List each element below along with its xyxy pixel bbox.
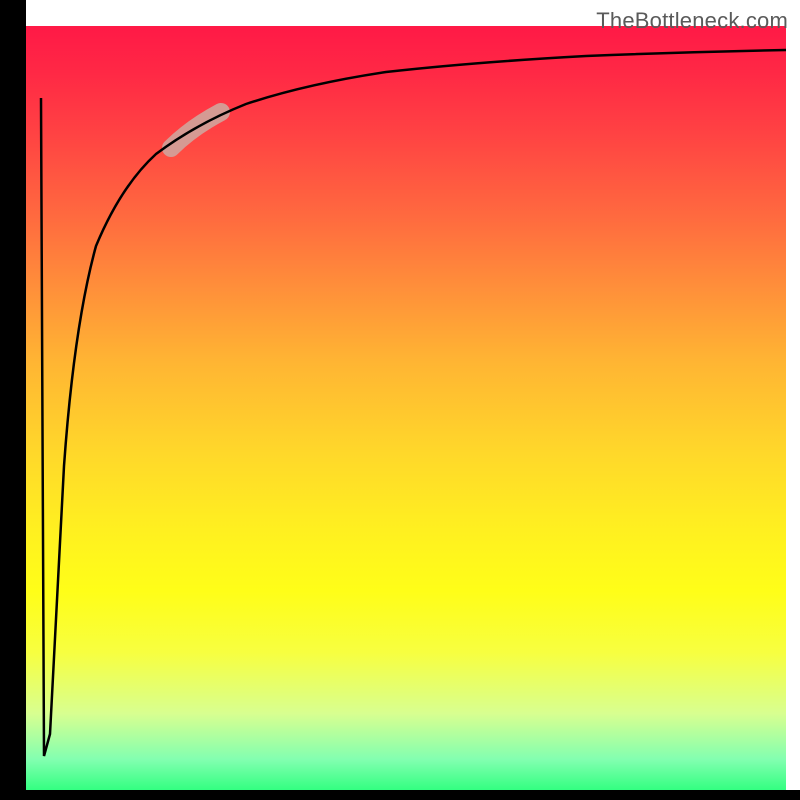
- watermark-text: TheBottleneck.com: [596, 8, 788, 34]
- x-axis-ticks: [26, 790, 786, 795]
- chart-curve: [26, 26, 786, 790]
- curve-main: [41, 50, 786, 756]
- y-axis-ticks: [21, 26, 26, 790]
